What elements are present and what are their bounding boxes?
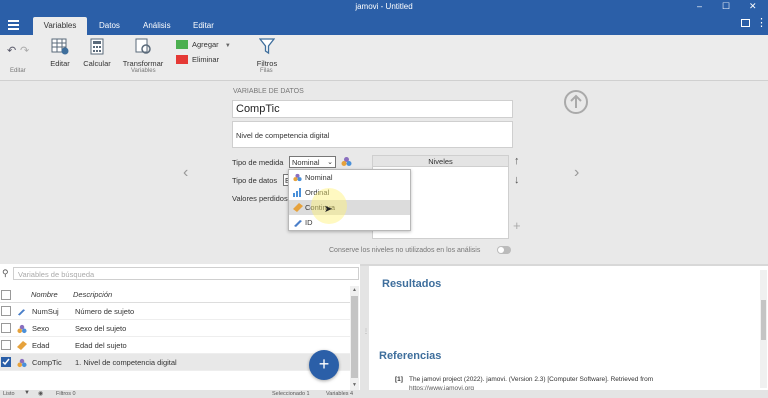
data-type-label: Tipo de datos [232,176,278,185]
grid-header: Nombre Descripción [0,286,350,303]
ribbon: ↶ ↷ Editar Editar Calcular Transformar V… [0,35,768,81]
add-level-icon[interactable]: + [513,218,521,233]
row-checkbox[interactable] [1,323,11,333]
table-row[interactable]: CompTic 1. Nivel de competencia digital [0,354,350,371]
row-checkbox[interactable] [1,340,11,350]
status-bar: Listo ▼ ◉ Filtros 0 Seleccionado 1 Varia… [0,390,768,398]
nominal-icon [17,324,27,334]
agregar-button[interactable]: Agregar ▼ [176,40,231,50]
retain-levels-toggle[interactable] [497,246,511,254]
row-checkbox-checked[interactable] [1,357,11,367]
search-input[interactable]: Variables de búsqueda [13,267,359,280]
select-all-checkbox[interactable] [1,290,11,300]
tab-variables[interactable]: Variables [33,17,87,35]
row-checkbox[interactable] [1,306,11,316]
variable-description-field[interactable]: Nivel de competencia digital [232,121,513,148]
status-mode: Listo [3,391,15,397]
filter-icon [258,38,276,55]
add-column-icon [176,40,188,50]
filtros-button[interactable]: Filtros [254,38,280,68]
status-filters: Filtros 0 [56,391,76,397]
prev-variable-icon[interactable]: ‹ [183,164,188,182]
window-title: jamovi - Untitled [355,2,413,11]
status-selected: Seleccionado 1 [272,391,310,397]
collapse-editor-icon[interactable] [564,90,588,114]
measure-type-dropdown: Nominal Ordinal Continua ID [288,169,411,231]
status-variables: Variables 4 [326,391,354,397]
ordinal-icon [293,188,301,197]
edit-grid-icon [51,38,69,55]
scrollbar[interactable]: ▲ ▼ [350,286,359,390]
reference-number: [1] [395,376,403,383]
editor-header: VARIABLE DE DATOS [233,88,304,95]
menu-icon[interactable] [8,20,19,32]
id-icon [17,309,26,316]
scrollbar-thumb [351,296,358,378]
more-icon[interactable]: ⋮ [756,16,767,29]
id-icon [294,220,302,227]
tab-editar[interactable]: Editar [183,17,224,35]
next-variable-icon[interactable]: › [574,164,579,182]
option-nominal[interactable]: Nominal [289,170,410,185]
scroll-down-icon: ▼ [352,382,357,388]
calcular-button[interactable]: Calcular [83,38,111,68]
scroll-up-icon: ▲ [352,287,357,293]
results-heading: Resultados [382,278,442,290]
undo-icon[interactable]: ↶ [7,44,16,57]
eye-icon[interactable]: ◉ [38,390,43,397]
option-ordinal[interactable]: Ordinal [289,185,410,200]
search-icon: ⚲ [2,268,9,278]
column-header-description: Descripción [73,290,113,299]
minimize-icon[interactable]: – [697,1,702,11]
tab-datos[interactable]: Datos [89,17,130,35]
variables-list: ⚲ Variables de búsqueda Nombre Descripci… [0,264,360,390]
retain-levels-label: Conserve los niveles no utilizados en lo… [329,247,481,254]
nominal-icon [17,358,27,368]
delete-column-icon [176,55,188,65]
group-label-filas: Filas [260,68,273,74]
variable-name-field[interactable]: CompTic [232,100,513,118]
tab-analisis[interactable]: Análisis [133,17,181,35]
table-row[interactable]: NumSuj Número de sujeto [0,303,350,320]
option-continua[interactable]: Continua [289,200,410,215]
missing-values-label: Valores perdidos [232,194,288,203]
chevron-down-icon: ⌄ [327,159,333,166]
pane-splitter[interactable]: ⋮ [360,266,369,390]
measure-type-label: Tipo de medida [232,158,284,167]
group-label-editar: Editar [10,68,26,74]
column-header-name: Nombre [31,290,58,299]
filter-icon[interactable]: ▼ [24,390,30,396]
measure-type-select[interactable]: Nominal ⌄ [289,156,336,168]
title-bar: jamovi - Untitled – ☐ ✕ [0,0,768,14]
calculator-icon [90,38,104,55]
eliminar-button[interactable]: Eliminar [176,55,219,65]
table-row[interactable]: Sexo Sexo del sujeto [0,320,350,337]
references-heading: Referencias [379,350,442,362]
tab-bar: Variables Datos Análisis Editar ⋮ [0,14,768,35]
maximize-icon[interactable]: ☐ [722,1,730,12]
add-variable-button[interactable]: + [309,350,339,380]
nominal-icon [341,156,352,169]
arrow-up-icon[interactable]: ↑ [514,155,520,167]
layout-icon[interactable] [741,19,750,27]
option-id[interactable]: ID [289,215,410,230]
editar-button[interactable]: Editar [48,38,72,68]
reference-text: The jamovi project (2022). jamovi. (Vers… [409,376,654,383]
nominal-icon [293,173,302,182]
transformar-button[interactable]: Transformar [121,38,165,68]
cursor-icon: ➤ [324,204,333,215]
results-panel: Resultados Referencias [1] The jamovi pr… [369,266,768,392]
arrow-down-icon[interactable]: ↓ [514,174,520,186]
close-icon[interactable]: ✕ [749,1,757,12]
transform-icon [135,38,151,54]
redo-icon[interactable]: ↷ [20,44,29,57]
chevron-down-icon: ▼ [224,43,231,49]
levels-header: Niveles [373,156,508,167]
results-scrollbar[interactable] [760,270,767,388]
group-label-variables: Variables [131,68,156,74]
ruler-icon [17,341,27,350]
check-icon [2,358,10,366]
table-row[interactable]: Edad Edad del sujeto [0,337,350,354]
ruler-icon [293,203,303,212]
